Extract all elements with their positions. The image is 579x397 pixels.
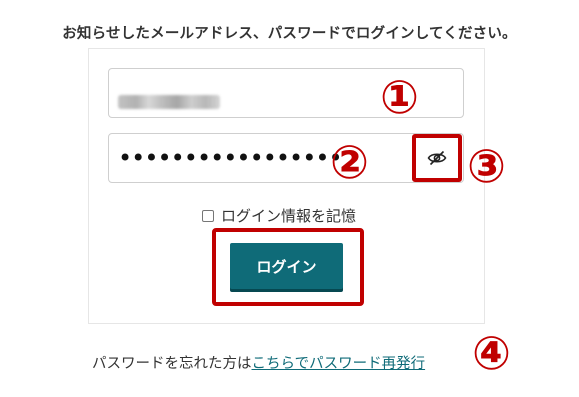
reset-password-link[interactable]: こちらでパスワード再発行 (252, 356, 426, 372)
remember-login-option[interactable]: ログイン情報を記憶 (202, 205, 356, 226)
instruction-text: お知らせしたメールアドレス、パスワードでログインしてください。 (62, 26, 517, 42)
annotation-number-2: ② (330, 135, 369, 189)
annotation-number-1: ① (380, 70, 419, 124)
toggle-password-visibility-button[interactable] (412, 134, 462, 182)
email-value-blurred (118, 95, 220, 109)
forgot-password-line: パスワードを忘れた方はこちらでパスワード再発行 (92, 352, 425, 373)
annotation-number-4: ④ (472, 326, 511, 380)
eye-off-icon (427, 150, 447, 166)
password-value: ••••••••••••••••• (118, 144, 343, 172)
remember-checkbox[interactable] (202, 209, 214, 222)
annotation-number-3: ③ (467, 139, 506, 193)
login-button[interactable]: ログイン (230, 243, 343, 289)
forgot-password-prefix: パスワードを忘れた方は (92, 356, 252, 372)
remember-label: ログイン情報を記憶 (221, 207, 357, 225)
